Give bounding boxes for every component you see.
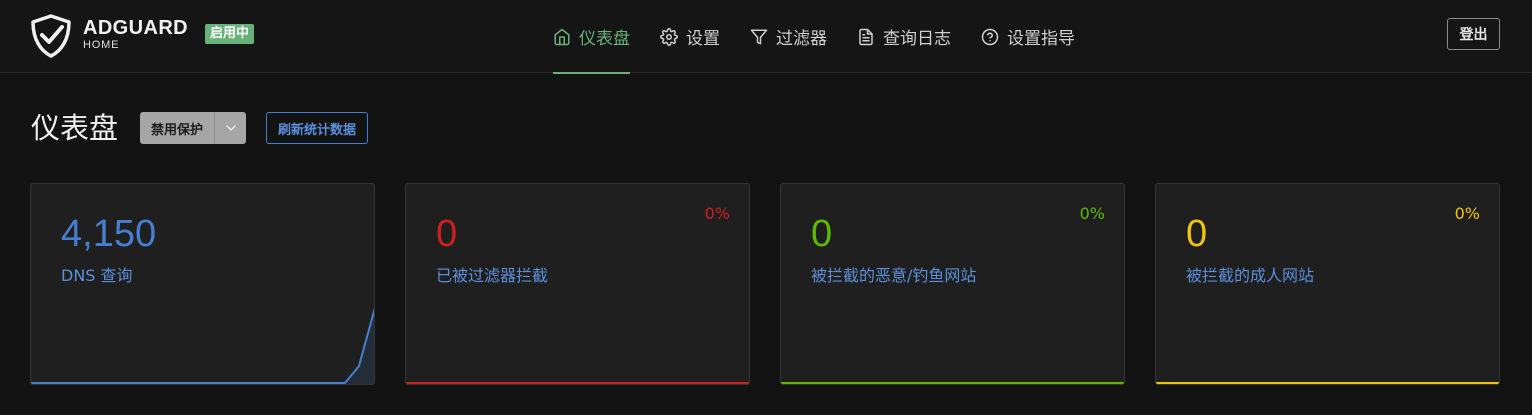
protection-status-badge: 启用中 bbox=[205, 24, 255, 44]
stat-card-malware-phishing: 0 0% 被拦截的恶意/钓鱼网站 bbox=[780, 183, 1125, 385]
nav-item-query-log[interactable]: 查询日志 bbox=[857, 0, 951, 73]
disable-protection-button[interactable]: 禁用保护 bbox=[140, 112, 215, 144]
stat-label: DNS 查询 bbox=[61, 266, 133, 285]
stat-value: 4,150 bbox=[61, 213, 157, 255]
main-nav: 仪表盘 设置 过滤器 查询日志 设置指导 bbox=[553, 0, 1105, 74]
protection-dropdown-toggle[interactable] bbox=[214, 112, 247, 144]
help-circle-icon bbox=[981, 28, 999, 45]
top-header: ADGUARD HOME 启用中 仪表盘 设置 过滤器 查询日志 设置指导 登出 bbox=[0, 0, 1532, 74]
stat-value: 0 bbox=[436, 213, 458, 255]
brand-name: ADGUARD bbox=[83, 17, 189, 39]
page-title: 仪表盘 bbox=[31, 111, 119, 145]
stat-label: 已被过滤器拦截 bbox=[436, 266, 549, 285]
adguard-shield-logo[interactable] bbox=[30, 14, 72, 58]
stat-baseline bbox=[406, 382, 749, 384]
chevron-down-icon bbox=[225, 125, 236, 131]
stat-percent: 0% bbox=[704, 204, 730, 223]
document-icon bbox=[859, 28, 873, 45]
stat-card-blocked-filters: 0 0% 已被过滤器拦截 bbox=[405, 183, 750, 385]
stat-value: 0 bbox=[1186, 213, 1208, 255]
nav-item-label: 查询日志 bbox=[883, 29, 951, 49]
stat-baseline bbox=[781, 382, 1124, 384]
nav-item-label: 仪表盘 bbox=[579, 29, 630, 49]
stat-percent: 0% bbox=[1079, 204, 1105, 223]
nav-item-filters[interactable]: 过滤器 bbox=[750, 0, 827, 73]
protection-button-group: 禁用保护 bbox=[140, 112, 247, 144]
stat-card-adult-sites: 0 0% 被拦截的成人网站 bbox=[1155, 183, 1500, 385]
stat-value: 0 bbox=[811, 213, 833, 255]
nav-item-label: 设置指导 bbox=[1007, 29, 1075, 49]
refresh-statistics-button[interactable]: 刷新统计数据 bbox=[266, 112, 369, 144]
logout-button[interactable]: 登出 bbox=[1447, 18, 1500, 50]
dns-queries-sparkline bbox=[31, 307, 374, 384]
stat-label: 被拦截的成人网站 bbox=[1186, 266, 1315, 285]
filter-icon bbox=[750, 29, 768, 44]
nav-item-setup-guide[interactable]: 设置指导 bbox=[981, 0, 1075, 73]
nav-item-settings[interactable]: 设置 bbox=[660, 0, 720, 73]
brand-subtitle: HOME bbox=[83, 39, 120, 51]
brand: ADGUARD HOME bbox=[83, 18, 188, 52]
stat-percent: 0% bbox=[1454, 204, 1480, 223]
gear-icon bbox=[660, 27, 678, 46]
stat-baseline bbox=[1156, 382, 1499, 384]
stat-card-dns-queries: 4,150 DNS 查询 bbox=[30, 183, 375, 385]
nav-item-label: 过滤器 bbox=[776, 29, 827, 49]
home-icon bbox=[554, 28, 570, 45]
stat-label: 被拦截的恶意/钓鱼网站 bbox=[811, 266, 977, 285]
nav-item-label: 设置 bbox=[686, 29, 720, 49]
nav-item-dashboard[interactable]: 仪表盘 bbox=[553, 0, 630, 74]
